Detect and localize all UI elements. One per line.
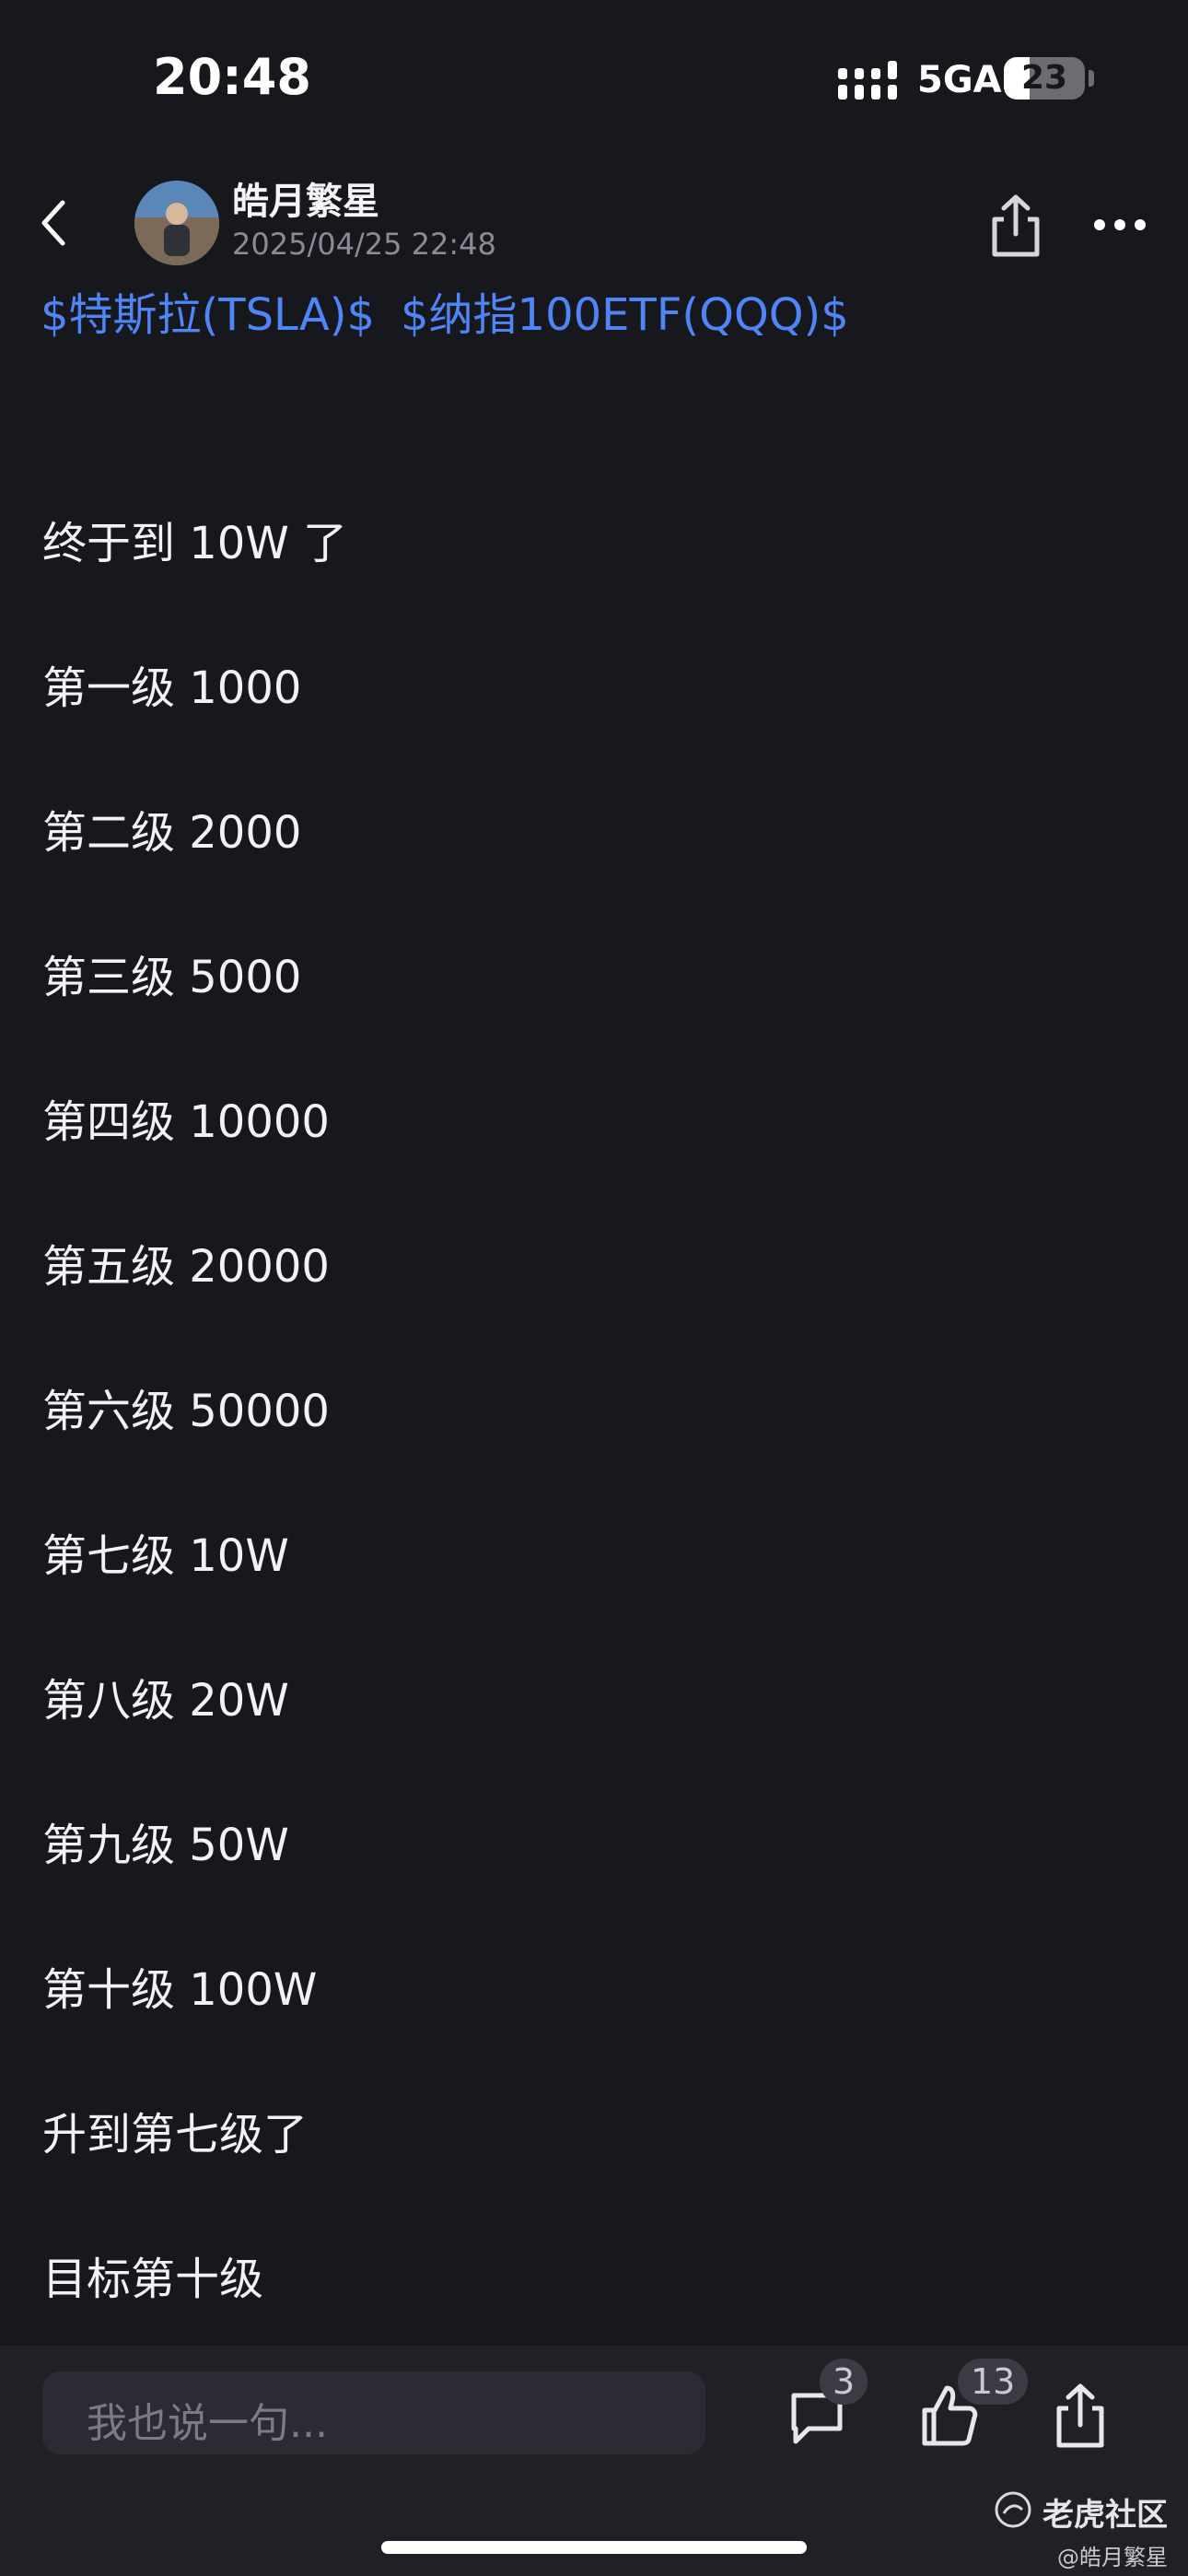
battery-indicator: 23 [1004,57,1085,100]
more-options-icon[interactable] [1092,217,1147,232]
comment-input[interactable]: 我也说一句... [42,2371,705,2454]
author-name[interactable]: 皓月繁星 [232,171,379,225]
network-type: 5GA [917,59,1002,101]
post-text-line: 第五级 20000 [42,1241,330,1293]
tag-link[interactable]: $特斯拉(TSLA)$ [41,289,375,341]
post-text-line: 第一级 1000 [42,662,302,714]
post-text-line: 目标第十级 [42,2254,264,2305]
post-text-line: 第七级 10W [42,1530,289,1582]
watermark-brand: 老虎社区 [1042,2497,1168,2534]
post-text-line: 第八级 20W [42,1675,289,1727]
author-avatar[interactable] [134,181,219,265]
post-timestamp: 2025/04/25 22:48 [232,227,496,262]
like-count-badge: 13 [958,2359,1029,2405]
share-icon[interactable] [984,192,1048,260]
post-text-line: 第二级 2000 [42,807,302,859]
post-tags: $特斯拉(TSLA)$ $纳指100ETF(QQQ)$ [41,278,875,343]
battery-level: 23 [1020,59,1068,97]
watermark-user: @皓月繁星 [1057,2545,1168,2570]
home-indicator[interactable] [381,2541,807,2554]
share-bottom-icon[interactable] [1048,2375,1112,2453]
tag-link[interactable]: $纳指100ETF(QQQ)$ [401,289,849,341]
signal-icon [838,61,897,100]
post-text-line: 终于到 10W 了 [42,518,348,569]
comment-count-badge: 3 [820,2359,868,2405]
back-chevron-icon[interactable] [33,195,74,251]
status-time: 20:48 [153,48,311,106]
post-text-line: 升到第七级了 [42,2109,309,2160]
post-text-line: 第六级 50000 [42,1386,330,1437]
tiger-logo-icon [995,2491,1031,2528]
post-text-line: 第三级 5000 [42,952,302,1003]
post-text-line: 第九级 50W [42,1820,289,1871]
comment-placeholder: 我也说一句... [87,2400,328,2447]
post-text-line: 第十级 100W [42,1964,318,2016]
post-text-line: 第四级 10000 [42,1096,330,1148]
battery-tip [1089,70,1094,87]
